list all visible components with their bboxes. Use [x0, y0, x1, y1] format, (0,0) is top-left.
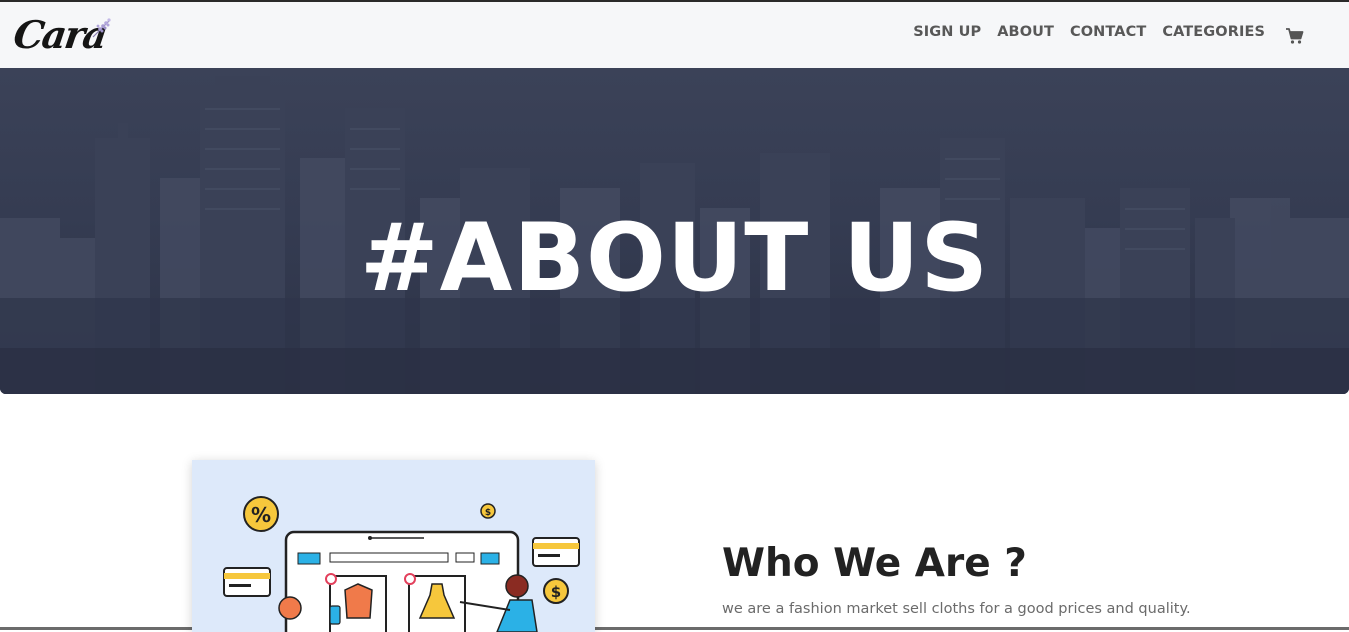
- main-nav: SIGN UP ABOUT CONTACT CATEGORIES: [913, 24, 1265, 40]
- hero-title: #ABOUT US: [359, 203, 990, 313]
- navbar: Cara SIGN UP ABOUT CONTACT CATEGORIES: [0, 2, 1349, 68]
- shopping-cart-icon[interactable]: [1285, 26, 1305, 46]
- nav-link-sign-up[interactable]: SIGN UP: [913, 24, 981, 40]
- brand-logo[interactable]: Cara: [11, 12, 114, 60]
- about-paragraph: we are a fashion market sell cloths for …: [722, 601, 1191, 617]
- about-heading: Who We Are ?: [722, 541, 1027, 586]
- lavender-sprig-icon: [92, 18, 111, 38]
- svg-text:$: $: [551, 583, 561, 601]
- about-illustration: % $ $: [192, 460, 595, 632]
- nav-link-about[interactable]: ABOUT: [997, 24, 1054, 40]
- nav-link-contact[interactable]: CONTACT: [1070, 24, 1146, 40]
- hero-banner: #ABOUT US: [0, 68, 1349, 394]
- svg-text:$: $: [485, 508, 491, 518]
- svg-text:%: %: [251, 503, 271, 527]
- nav-link-categories[interactable]: CATEGORIES: [1162, 24, 1265, 40]
